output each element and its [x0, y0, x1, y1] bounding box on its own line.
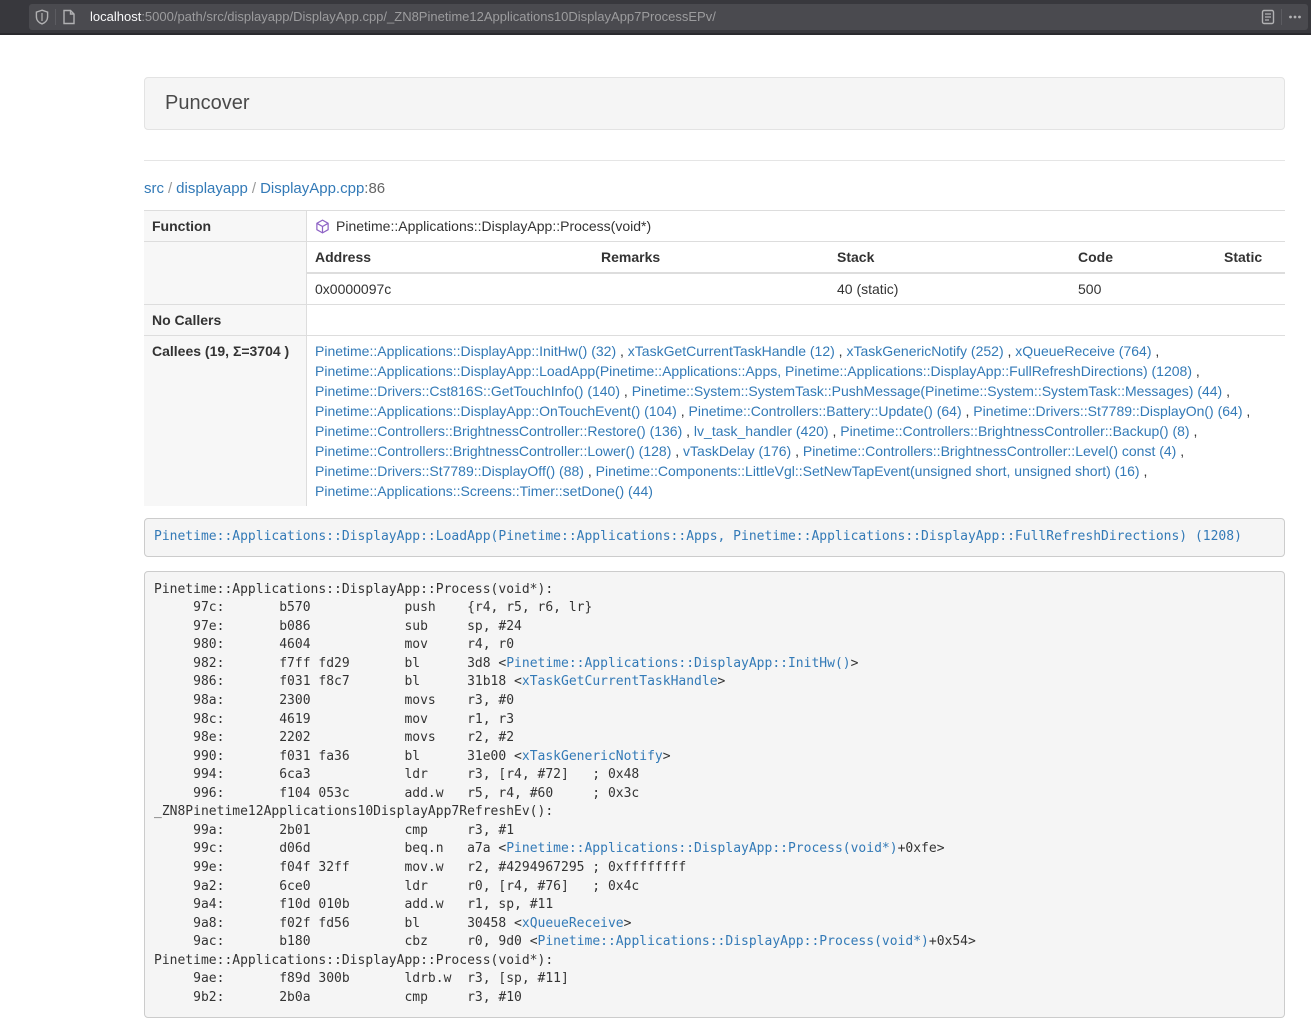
callee-snippet-link[interactable]: Pinetime::Applications::DisplayApp::Load… — [154, 529, 1242, 544]
callees-list: Pinetime::Applications::DisplayApp::Init… — [307, 336, 1286, 507]
function-row: Function Pinetime::Applications::Display… — [144, 211, 1285, 242]
assembly-symbol-link[interactable]: xQueueReceive — [522, 916, 624, 931]
callee-link[interactable]: Pinetime::Controllers::BrightnessControl… — [803, 443, 1176, 459]
app-header-panel: Puncover — [144, 77, 1285, 130]
callee-link[interactable]: xTaskGenericNotify (252) — [846, 343, 1003, 359]
no-callers-label: No Callers — [144, 305, 307, 336]
callees-label: Callees (19, Σ=3704 ) — [144, 336, 307, 507]
col-remarks: Remarks — [593, 242, 829, 273]
reader-mode-icon[interactable] — [1255, 4, 1281, 30]
callee-link[interactable]: xQueueReceive (764) — [1015, 343, 1151, 359]
callee-link[interactable]: Pinetime::Controllers::BrightnessControl… — [840, 423, 1189, 439]
col-address: Address — [307, 242, 593, 273]
shield-icon[interactable] — [29, 4, 55, 30]
cell-address: 0x0000097c — [307, 273, 593, 304]
function-details-cell: Address Remarks Stack Code Static 0x0000… — [307, 242, 1286, 305]
breadcrumb-src[interactable]: src — [144, 180, 164, 197]
breadcrumb-separator: / — [164, 180, 176, 197]
callee-link[interactable]: Pinetime::Applications::DisplayApp::Load… — [315, 363, 1192, 379]
cube-icon — [315, 219, 330, 234]
callee-link[interactable]: Pinetime::Controllers::Battery::Update()… — [689, 403, 962, 419]
col-stack: Stack — [829, 242, 1070, 273]
function-table: Function Pinetime::Applications::Display… — [144, 210, 1285, 506]
cell-static — [1216, 273, 1285, 304]
function-details-row: Address Remarks Stack Code Static 0x0000… — [144, 242, 1285, 305]
callee-link[interactable]: Pinetime::Drivers::St7789::DisplayOn() (… — [973, 403, 1242, 419]
assembly-symbol-link[interactable]: xTaskGenericNotify — [522, 749, 663, 764]
assembly-symbol-link[interactable]: Pinetime::Applications::DisplayApp::Proc… — [538, 934, 929, 949]
callee-link[interactable]: Pinetime::Controllers::BrightnessControl… — [315, 423, 682, 439]
breadcrumb-displayapp[interactable]: displayapp — [176, 180, 248, 197]
app-title: Puncover — [165, 92, 250, 114]
callee-link[interactable]: Pinetime::Drivers::St7789::DisplayOff() … — [315, 463, 584, 479]
callee-link[interactable]: lv_task_handler (420) — [694, 423, 829, 439]
function-signature: Pinetime::Applications::DisplayApp::Proc… — [336, 218, 651, 234]
selected-callee-snippet: Pinetime::Applications::DisplayApp::Load… — [144, 518, 1285, 557]
function-label: Function — [144, 211, 307, 242]
function-details-table: Address Remarks Stack Code Static 0x0000… — [307, 242, 1285, 304]
address-bar[interactable]: localhost:5000/path/src/displayapp/Displ… — [29, 4, 1308, 30]
callees-row: Callees (19, Σ=3704 ) Pinetime::Applicat… — [144, 336, 1285, 507]
assembly-symbol-link[interactable]: xTaskGetCurrentTaskHandle — [522, 674, 718, 689]
divider — [144, 160, 1285, 161]
assembly-symbol-link[interactable]: Pinetime::Applications::DisplayApp::Init… — [506, 656, 850, 671]
callee-link[interactable]: vTaskDelay (176) — [683, 443, 791, 459]
col-code: Code — [1070, 242, 1216, 273]
breadcrumb-file[interactable]: DisplayApp.cpp — [260, 180, 364, 197]
menu-ellipsis-icon[interactable] — [1282, 4, 1308, 30]
cell-stack: 40 (static) — [829, 273, 1070, 304]
cell-code: 500 — [1070, 273, 1216, 304]
breadcrumb-line-number: :86 — [364, 180, 385, 197]
no-callers-cell — [307, 305, 1286, 336]
breadcrumb-separator: / — [248, 180, 260, 197]
url-text: localhost:5000/path/src/displayapp/Displ… — [90, 9, 1255, 24]
browser-toolbar: localhost:5000/path/src/displayapp/Displ… — [0, 0, 1311, 35]
callee-link[interactable]: Pinetime::Applications::DisplayApp::Init… — [315, 343, 616, 359]
callee-link[interactable]: Pinetime::System::SystemTask::PushMessag… — [632, 383, 1223, 399]
callee-link[interactable]: Pinetime::Controllers::BrightnessControl… — [315, 443, 671, 459]
url-path: :5000/path/src/displayapp/DisplayApp.cpp… — [141, 9, 716, 24]
details-value-row: 0x0000097c 40 (static) 500 — [307, 273, 1285, 304]
assembly-symbol-link[interactable]: Pinetime::Applications::DisplayApp::Proc… — [506, 841, 897, 856]
callee-link[interactable]: Pinetime::Components::LittleVgl::SetNewT… — [596, 463, 1140, 479]
page-icon[interactable] — [56, 4, 82, 30]
page-content: Puncover src/displayapp/DisplayApp.cpp:8… — [144, 77, 1285, 1018]
assembly-block: Pinetime::Applications::DisplayApp::Proc… — [144, 571, 1285, 1018]
callee-link[interactable]: Pinetime::Applications::Screens::Timer::… — [315, 483, 653, 499]
callee-link[interactable]: xTaskGetCurrentTaskHandle (12) — [628, 343, 835, 359]
callee-link[interactable]: Pinetime::Drivers::Cst816S::GetTouchInfo… — [315, 383, 620, 399]
col-static: Static — [1216, 242, 1285, 273]
callee-link[interactable]: Pinetime::Applications::DisplayApp::OnTo… — [315, 403, 677, 419]
no-callers-row: No Callers — [144, 305, 1285, 336]
url-host: localhost — [90, 9, 141, 24]
empty-header-cell — [144, 242, 307, 305]
function-cell: Pinetime::Applications::DisplayApp::Proc… — [307, 211, 1286, 242]
cell-remarks — [593, 273, 829, 304]
details-header-row: Address Remarks Stack Code Static — [307, 242, 1285, 273]
breadcrumb: src/displayapp/DisplayApp.cpp:86 — [144, 180, 1285, 199]
